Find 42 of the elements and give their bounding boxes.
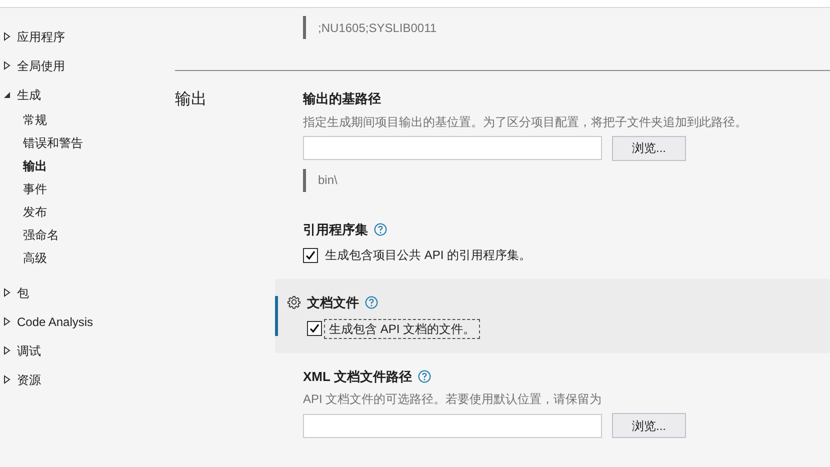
sidebar-item[interactable]: 生成 bbox=[17, 86, 41, 104]
caret-right-icon[interactable] bbox=[3, 375, 11, 384]
sidebar-item[interactable]: 应用程序 bbox=[17, 28, 65, 46]
setting-title: 输出的基路径 bbox=[303, 90, 381, 108]
gear-icon[interactable] bbox=[287, 295, 301, 309]
sidebar-item[interactable]: 调试 bbox=[17, 342, 41, 360]
caret-right-icon[interactable] bbox=[3, 61, 11, 70]
checkbox-label[interactable]: 生成包含 API 文档的文件。 bbox=[324, 318, 480, 338]
caret-right-icon[interactable] bbox=[3, 288, 11, 297]
help-icon[interactable] bbox=[374, 222, 387, 236]
caret-right-icon[interactable] bbox=[3, 317, 11, 326]
sidebar-item[interactable]: 包 bbox=[17, 284, 29, 302]
checkbox[interactable] bbox=[307, 321, 322, 336]
sidebar-subitem[interactable]: 发布 bbox=[0, 201, 175, 224]
setting-title: 引用程序集 bbox=[303, 220, 368, 238]
evaluated-value: ;NU1605;SYSLIB0011 bbox=[318, 20, 437, 36]
checkbox[interactable] bbox=[303, 248, 318, 262]
setting-title: XML 文档文件路径 bbox=[303, 368, 412, 386]
sidebar-subitem[interactable]: 输出 bbox=[0, 155, 175, 178]
caret-right-icon[interactable] bbox=[3, 32, 11, 41]
sidebar-subitem[interactable]: 常规 bbox=[0, 109, 175, 132]
sidebar-subitem[interactable]: 强命名 bbox=[0, 224, 175, 247]
setting-description: API 文档文件的可选路径。若要使用默认位置，请保留为 bbox=[303, 391, 603, 408]
path-field[interactable] bbox=[303, 414, 602, 438]
section-title: 输出 bbox=[175, 90, 207, 110]
help-icon[interactable] bbox=[418, 370, 431, 383]
sidebar-subitem[interactable]: 高级 bbox=[0, 247, 175, 270]
help-icon[interactable] bbox=[365, 296, 378, 310]
checkbox-label[interactable]: 生成包含项目公共 API 的引用程序集。 bbox=[320, 245, 536, 265]
evaluated-value: bin\ bbox=[318, 172, 338, 189]
sidebar-item[interactable]: 资源 bbox=[17, 370, 41, 388]
path-field[interactable] bbox=[303, 136, 602, 160]
setting-title: 文档文件 bbox=[307, 294, 359, 312]
sidebar-item[interactable]: Code Analysis bbox=[17, 312, 94, 330]
caret-down-icon[interactable] bbox=[3, 90, 11, 98]
sidebar-subitem[interactable]: 事件 bbox=[0, 178, 175, 201]
setting-description: 指定生成期间项目输出的基位置。为了区分项目配置，将把子文件夹追加到此路径。 bbox=[303, 114, 748, 130]
sidebar-item[interactable]: 全局使用 bbox=[17, 56, 65, 74]
browse-button[interactable]: 浏览... bbox=[612, 413, 686, 438]
sidebar-subitem[interactable]: 错误和警告 bbox=[0, 132, 175, 155]
caret-right-icon[interactable] bbox=[3, 346, 11, 355]
browse-button[interactable]: 浏览... bbox=[612, 136, 686, 160]
